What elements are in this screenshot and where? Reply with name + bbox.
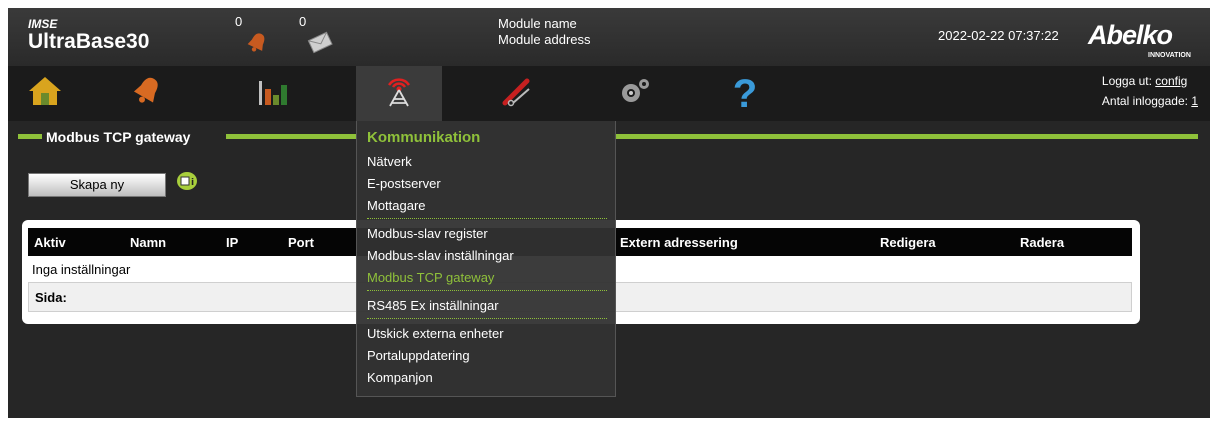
col-extern-adressering[interactable]: Extern adressering	[620, 235, 738, 250]
main-nav: ? Logga ut: config Antal inloggade: 1	[8, 66, 1210, 121]
help-icon: ?	[732, 71, 758, 116]
menu-item-rs485-ex[interactable]: RS485 Ex inställningar	[367, 298, 499, 313]
title-bar-mid	[226, 134, 356, 139]
menu-item-modbus-slav-register[interactable]: Modbus-slav register	[367, 226, 488, 241]
gears-icon	[617, 75, 653, 112]
alarm-count: 0	[235, 14, 243, 29]
menu-item-modbus-slav-installningar[interactable]: Modbus-slav inställningar	[367, 248, 514, 263]
menu-separator	[367, 218, 607, 219]
home-icon	[27, 75, 63, 112]
logged-in-label: Antal inloggade:	[1101, 94, 1188, 108]
col-port[interactable]: Port	[288, 235, 314, 250]
envelope-icon[interactable]	[306, 30, 334, 59]
menu-separator	[367, 318, 607, 319]
col-redigera[interactable]: Redigera	[880, 235, 936, 250]
svg-text:i: i	[191, 178, 194, 188]
page-title: Modbus TCP gateway	[46, 129, 191, 145]
logout-label: Logga ut:	[1101, 74, 1152, 88]
logo-subtitle: INNOVATION	[1148, 52, 1191, 59]
nav-settings[interactable]	[592, 66, 678, 121]
menu-item-mottagare[interactable]: Mottagare	[367, 198, 426, 213]
title-bar-left	[18, 134, 42, 139]
bar-chart-icon	[255, 75, 291, 112]
tools-icon	[499, 75, 535, 112]
bell-icon	[129, 73, 165, 114]
page-label: Sida:	[35, 290, 67, 305]
datetime: 2022-02-22 07:37:22	[938, 28, 1059, 43]
menu-item-modbus-tcp-gateway[interactable]: Modbus TCP gateway	[367, 270, 494, 285]
info-icon[interactable]: i	[176, 171, 198, 196]
brand-top: IMSE	[28, 17, 58, 31]
menu-separator	[367, 290, 607, 291]
module-name: Module name	[498, 16, 577, 31]
create-new-button[interactable]: Skapa ny	[28, 173, 166, 197]
antenna-icon	[381, 73, 417, 114]
menu-item-portaluppdatering[interactable]: Portaluppdatering	[367, 348, 470, 363]
message-count: 0	[299, 14, 307, 29]
logout-link[interactable]: config	[1155, 74, 1187, 88]
menu-item-utskick[interactable]: Utskick externa enheter	[367, 326, 504, 341]
col-namn[interactable]: Namn	[130, 235, 166, 250]
nav-alarms[interactable]	[104, 66, 190, 121]
nav-communication[interactable]	[356, 66, 442, 121]
nav-help[interactable]: ?	[702, 66, 788, 121]
brand-name: UltraBase30	[28, 30, 150, 53]
communication-dropdown: Kommunikation Nätverk E-postserver Motta…	[356, 121, 616, 397]
app-frame: IMSE UltraBase30 0 0 Module name Module	[8, 8, 1210, 418]
menu-item-epostserver[interactable]: E-postserver	[367, 176, 441, 191]
user-info: Logga ut: config Antal inloggade: 1	[1102, 71, 1198, 111]
logged-in-count-link[interactable]: 1	[1191, 94, 1198, 108]
nav-home[interactable]	[8, 66, 88, 121]
module-address: Module address	[498, 32, 591, 47]
abelko-logo: Abelko	[1088, 20, 1173, 50]
nav-tools[interactable]	[474, 66, 560, 121]
col-ip[interactable]: IP	[226, 235, 238, 250]
menu-item-kompanjon[interactable]: Kompanjon	[367, 370, 433, 385]
page-title-text: Modbus TCP gateway	[46, 129, 191, 145]
alarm-bell-icon[interactable]	[244, 30, 270, 61]
col-aktiv[interactable]: Aktiv	[34, 235, 66, 250]
module-info: Module name Module address	[498, 16, 591, 48]
dropdown-heading: Kommunikation	[367, 129, 481, 146]
title-bar-right	[614, 134, 1198, 139]
menu-item-natverk[interactable]: Nätverk	[367, 154, 412, 169]
nav-charts[interactable]	[230, 66, 316, 121]
col-radera[interactable]: Radera	[1020, 235, 1064, 250]
header: IMSE UltraBase30 0 0 Module name Module	[8, 8, 1210, 66]
empty-message: Inga inställningar	[32, 262, 131, 277]
